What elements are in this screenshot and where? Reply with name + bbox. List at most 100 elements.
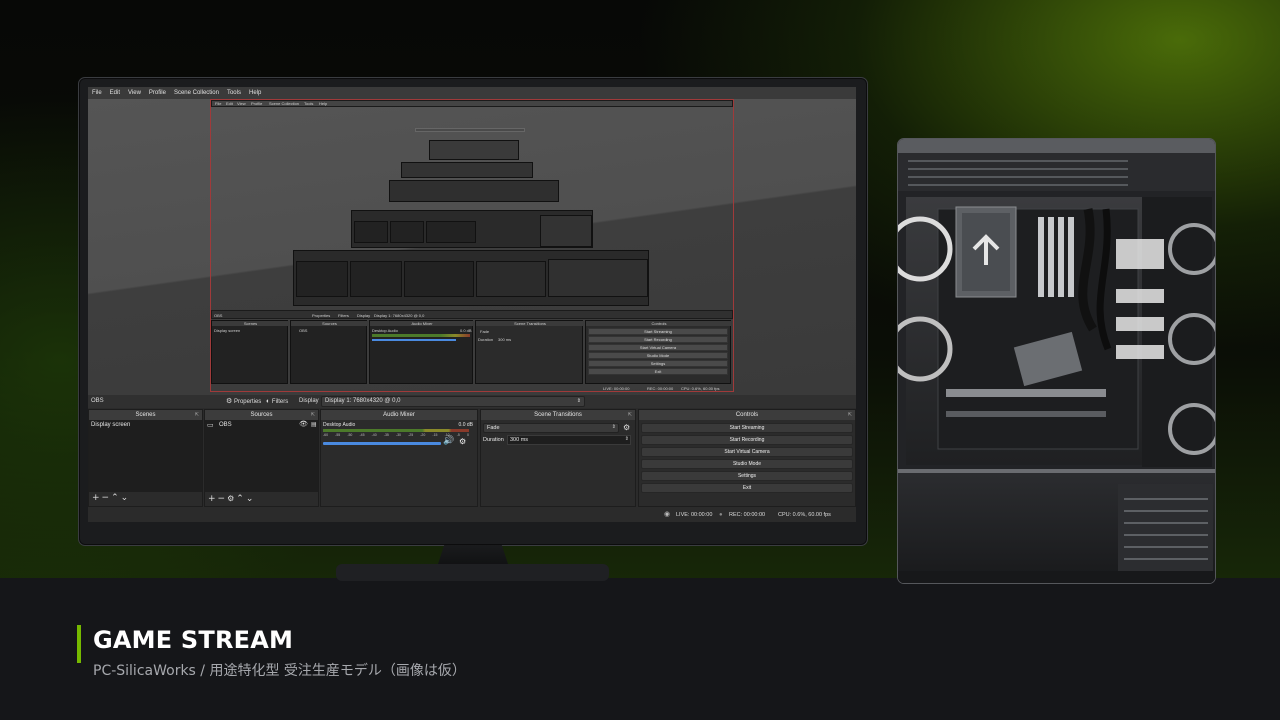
nested-level-2 <box>351 210 593 248</box>
filters-button[interactable]: ◐ Filters <box>266 395 288 409</box>
menu-help[interactable]: Help <box>249 87 261 99</box>
undock-icon[interactable]: ⇱ <box>195 410 199 420</box>
scenes-title-text: Scenes <box>135 412 156 418</box>
nested-transitions-title: Scene Transitions <box>476 321 584 326</box>
nested-menu-bar: File Edit View Profile Scene Collection … <box>211 100 733 107</box>
speaker-icon[interactable]: 🔊 <box>443 436 454 446</box>
caption-accent-bar <box>77 625 81 663</box>
nested-level-5 <box>415 128 525 132</box>
preview-canvas[interactable]: File Edit View Profile Scene Collection … <box>88 99 856 395</box>
gear-icon[interactable]: ⚙ <box>227 494 236 503</box>
nested-exit: Exit <box>588 368 728 375</box>
start-recording-button[interactable]: Start Recording <box>641 435 853 445</box>
nested-display-label: Display <box>357 313 371 318</box>
sources-dock-title: Sources ⇱ <box>205 410 318 420</box>
monitor-icon: ▭ <box>207 421 214 429</box>
menu-file[interactable]: File <box>92 87 102 99</box>
duration-value: 300 ms <box>510 437 529 443</box>
audio-mixer-dock: Audio Mixer Desktop Audio 0.0 dB -60 -55… <box>320 409 478 507</box>
start-streaming-button[interactable]: Start Streaming <box>641 423 853 433</box>
menu-scene-collection[interactable]: Scene Collection <box>174 87 219 99</box>
lock-icon[interactable]: ▤ <box>311 421 317 428</box>
remove-icon[interactable]: − <box>218 494 228 504</box>
selected-source-name: OBS <box>91 398 104 404</box>
undock-icon[interactable]: ⇱ <box>311 410 315 420</box>
display-select-value: Display 1: 7680x4320 @ 0,0 <box>325 398 401 404</box>
nested1-mixer <box>404 261 474 297</box>
caption-subtitle: PC-SilicaWorks / 用途特化型 受注生産モデル（画像は仮） <box>93 663 466 679</box>
gear-icon[interactable]: ⚙ <box>623 423 630 432</box>
controls-title-text: Controls <box>735 412 759 418</box>
gear-icon[interactable]: ⚙ <box>459 437 466 446</box>
controls-title: Controls ⇱ <box>639 410 855 420</box>
nested2-sources <box>390 221 424 243</box>
audio-mixer-title-text: Audio Mixer <box>383 412 415 418</box>
move-up-icon[interactable]: ⌃ <box>236 494 246 504</box>
scene-item-display-screen[interactable]: Display screen <box>91 422 130 428</box>
sources-toolbar: +−⚙⌃⌄ <box>205 492 318 506</box>
eye-icon[interactable]: 👁 <box>299 420 308 428</box>
scenes-list[interactable]: Display screen <box>89 420 202 492</box>
nested-source-item: OBS <box>299 328 308 333</box>
nested2-mixer <box>426 221 476 243</box>
nested1-controls <box>548 259 648 297</box>
menu-profile[interactable]: Profile <box>149 87 166 99</box>
studio-mode-button[interactable]: Studio Mode <box>641 459 853 469</box>
spin-arrows-icon[interactable]: ⇕ <box>625 436 629 442</box>
transition-select[interactable]: Fade ⇕ <box>483 423 619 433</box>
mixer-channel-name: Desktop Audio <box>323 422 356 428</box>
duration-spinbox[interactable]: 300 ms ⇕ <box>507 435 631 445</box>
volume-meter <box>323 429 469 432</box>
meter-tick: -60 <box>323 433 329 437</box>
nested-menu-help: Help <box>319 101 328 106</box>
undock-icon[interactable]: ⇱ <box>848 410 852 420</box>
scene-transitions-title-text: Scene Transitions <box>534 412 582 418</box>
nested-controls-title: Controls <box>586 321 732 326</box>
menu-view[interactable]: View <box>128 87 141 99</box>
nested-source-bar: OBS Properties Filters Display Display 1… <box>211 310 733 319</box>
start-virtual-camera-button[interactable]: Start Virtual Camera <box>641 447 853 457</box>
move-up-icon[interactable]: ⌃ <box>111 493 121 503</box>
nested-mixer-db: 0.0 dB <box>460 328 472 333</box>
nested1-scenes <box>296 261 348 297</box>
nested-level-4 <box>429 140 519 160</box>
sources-dock: Sources ⇱ ▭ OBS 👁 ▤ +−⚙⌃⌄ <box>204 409 319 507</box>
scenes-dock: Scenes ⇱ Display screen +−⌃⌄ <box>88 409 203 507</box>
settings-button[interactable]: Settings <box>641 471 853 481</box>
undock-icon[interactable]: ⇱ <box>628 410 632 420</box>
sources-list[interactable]: ▭ OBS 👁 ▤ <box>205 420 318 492</box>
filters-icon: ◐ <box>266 398 271 405</box>
exit-button[interactable]: Exit <box>641 483 853 493</box>
nested-display-value: Display 1: 7680x4320 @ 0,0 <box>374 313 425 318</box>
menu-edit[interactable]: Edit <box>110 87 120 99</box>
source-item-obs[interactable]: OBS <box>219 422 232 428</box>
remove-icon[interactable]: − <box>102 493 112 503</box>
move-down-icon[interactable]: ⌄ <box>121 493 131 503</box>
scenes-dock-title: Scenes ⇱ <box>89 410 202 420</box>
select-arrows-icon: ⇕ <box>576 398 581 404</box>
nested-sources-title: Sources <box>291 321 368 326</box>
select-arrows-icon: ⇕ <box>611 424 616 430</box>
display-select[interactable]: Display 1: 7680x4320 @ 0,0 ⇕ <box>321 396 585 407</box>
scene-transitions-dock: Scene Transitions ⇱ Fade ⇕ ⚙ Duration 30… <box>480 409 636 507</box>
nested-level-3b <box>401 162 533 178</box>
volume-slider[interactable] <box>323 442 441 445</box>
obs-window: File Edit View Profile Scene Collection … <box>88 87 856 522</box>
sources-title-text: Sources <box>250 412 273 418</box>
transition-value: Fade <box>487 425 500 431</box>
properties-button[interactable]: ⚙ Properties <box>226 395 261 409</box>
nested-duration-label: Duration <box>478 337 494 342</box>
move-down-icon[interactable]: ⌄ <box>246 494 256 504</box>
audio-mixer-title: Audio Mixer <box>321 410 477 420</box>
nested-scenes-dock: Scenes Display screen <box>211 320 289 384</box>
meter-tick: 0 <box>466 433 469 437</box>
add-icon[interactable]: + <box>92 493 102 503</box>
add-icon[interactable]: + <box>208 494 218 504</box>
menu-tools[interactable]: Tools <box>227 87 241 99</box>
rec-timer: REC: 00:00:00 <box>729 512 766 518</box>
nested-transitions-dock: Scene Transitions Fade Duration 300 ms <box>475 320 584 384</box>
meter-tick: -55 <box>335 433 341 437</box>
nested-volume-slider <box>372 339 456 341</box>
preview-selection-outline: File Edit View Profile Scene Collection … <box>210 99 734 392</box>
broadcast-icon: ◉ <box>664 511 671 518</box>
